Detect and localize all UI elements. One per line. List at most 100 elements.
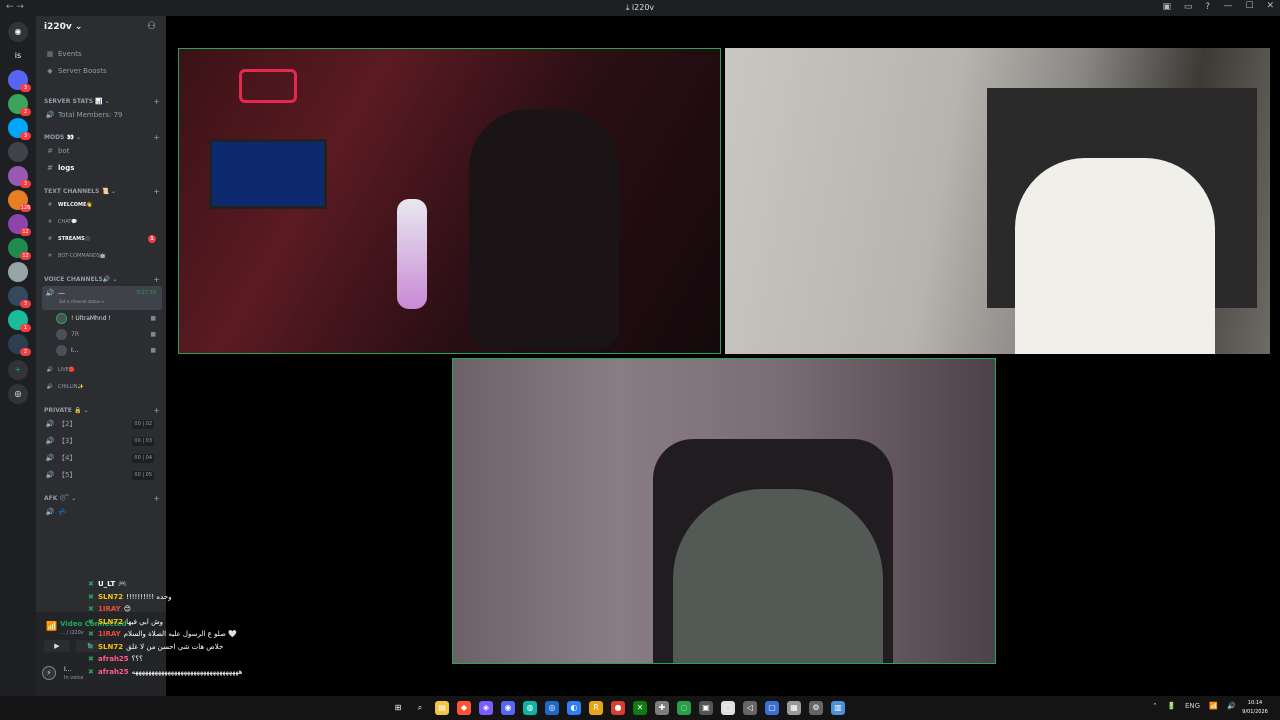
help-icon[interactable]: ? <box>1205 2 1210 12</box>
video-tile-2[interactable] <box>725 48 1270 354</box>
monitor-icon[interactable]: ▭ <box>1184 2 1193 12</box>
voice-user[interactable]: ! UltraMhnd ! ■ <box>56 312 162 326</box>
add-channel-icon[interactable]: + <box>153 133 160 142</box>
battery-icon[interactable]: 🔋 <box>1167 702 1176 710</box>
explore-icon[interactable]: ◎ <box>8 384 28 404</box>
category-private[interactable]: PRIVATE 🔒 ⌄ + <box>44 406 162 415</box>
server-icon[interactable]: is <box>8 46 28 66</box>
category-mods[interactable]: MODS 👀 ⌄ + <box>44 133 162 142</box>
app-icon[interactable]: ▣ <box>699 701 713 715</box>
channel-chat[interactable]: # CHAT💬 <box>42 215 162 230</box>
app-icon[interactable]: ◈ <box>479 701 493 715</box>
category-server-stats[interactable]: SERVER STATS 📊 ⌄ + <box>44 97 162 106</box>
explorer-icon[interactable]: ▤ <box>435 701 449 715</box>
windows-icon[interactable]: ⊞ <box>391 701 405 715</box>
person <box>469 109 619 349</box>
add-channel-icon[interactable]: + <box>153 187 160 196</box>
add-channel-icon[interactable]: + <box>153 275 160 284</box>
app-icon[interactable]: ◍ <box>523 701 537 715</box>
app-icon[interactable]: ◌ <box>677 701 691 715</box>
channel-live[interactable]: 🔊 LIVE🔴 <box>42 363 162 378</box>
camera-icon: ■ <box>150 315 156 322</box>
search-icon[interactable]: ⌕ <box>413 701 427 715</box>
app-icon[interactable]: ◯ <box>721 701 735 715</box>
wifi-icon[interactable]: 📶 <box>1209 702 1218 710</box>
add-channel-icon[interactable]: + <box>153 406 160 415</box>
avatar <box>56 345 67 356</box>
language-indicator[interactable]: ENG <box>1185 702 1200 710</box>
add-channel-icon[interactable]: + <box>153 494 160 503</box>
app-icon[interactable]: ● <box>611 701 625 715</box>
events-item[interactable]: ▦ Events <box>42 47 162 62</box>
chat-username: SLN72 <box>98 617 124 626</box>
hash-icon: # <box>47 147 53 155</box>
set-status-link[interactable]: Set a channel status ✏ <box>59 294 105 309</box>
chat-username: SLN72 <box>98 592 124 601</box>
unread-badge: 3 <box>20 132 31 140</box>
voice-user[interactable]: I... ■ <box>56 344 162 358</box>
channel-label: 【5】 <box>58 471 77 479</box>
twitch-icon: ✖ <box>88 580 94 588</box>
steam-icon[interactable]: ◎ <box>545 701 559 715</box>
clock[interactable]: 10:14 9/01/2026 <box>1238 699 1272 717</box>
tray-chevron-icon[interactable]: ⌃ <box>1152 702 1158 710</box>
video-tile-3[interactable] <box>452 358 996 664</box>
chat-message: ✖ afrah25 ؟؟؟ <box>88 653 143 665</box>
speaker-icon: 🔊 <box>46 384 54 390</box>
voice-status-subtitle[interactable]: … / i220v <box>60 630 84 636</box>
user-avatar[interactable]: ⚡ <box>42 666 56 680</box>
app-icon[interactable]: ◐ <box>567 701 581 715</box>
channel-bot[interactable]: # bot <box>42 144 162 159</box>
add-member-icon[interactable]: ⚇ <box>147 21 156 32</box>
channel-private-room[interactable]: 🔊 【4】 00 | 04 <box>42 451 162 466</box>
inbox-icon[interactable]: ▣ <box>1162 2 1171 12</box>
twitch-icon: ✖ <box>88 667 94 676</box>
brave-icon[interactable]: ◆ <box>457 701 471 715</box>
xbox-icon[interactable]: ✕ <box>633 701 647 715</box>
channel-bot-commands[interactable]: # BOT-COMMANDS🤖 <box>42 249 162 264</box>
video-tile-1[interactable] <box>178 48 721 354</box>
category-voice-channels[interactable]: VOICE CHANNELS🔊 ⌄ + <box>44 275 162 284</box>
boosts-item[interactable]: ◆ Server Boosts <box>42 64 162 79</box>
voice-user[interactable]: 7R ■ <box>56 328 162 342</box>
avatar <box>56 313 67 324</box>
add-channel-icon[interactable]: + <box>153 97 160 106</box>
active-voice-channel[interactable]: 🔊 — 5:27:33 Set a channel status ✏ <box>42 286 162 310</box>
app-icon[interactable]: ◁ <box>743 701 757 715</box>
channel-logs[interactable]: # logs <box>42 161 162 176</box>
channel-private-room[interactable]: 🔊 【5】 00 | 05 <box>42 468 162 483</box>
app-icon[interactable]: ✚ <box>655 701 669 715</box>
channel-private-room[interactable]: 🔊 【2】 00 | 02 <box>42 417 162 432</box>
signal-icon[interactable]: 📶 <box>46 622 57 632</box>
channel-afk[interactable]: 🔊 💤 <box>42 505 162 520</box>
camera-button[interactable]: ▶ <box>44 640 70 652</box>
channel-streams[interactable]: # STREAMS🎥 1 <box>42 232 162 247</box>
close-button[interactable]: ✕ <box>1266 1 1274 11</box>
volume-icon[interactable]: 🔊 <box>1227 702 1236 710</box>
twitch-icon: ✖ <box>88 655 94 663</box>
app-icon[interactable]: R <box>589 701 603 715</box>
discord-home-icon[interactable]: ◉ <box>8 22 28 42</box>
camera-icon: ■ <box>150 347 156 354</box>
server-header[interactable]: i220v ⌄ ⚇ <box>36 16 166 40</box>
server-icon[interactable] <box>8 142 28 162</box>
category-text-channels[interactable]: TEXT CHANNELS 📜 ⌄ + <box>44 187 162 196</box>
channel-chillin[interactable]: 🔊 CHILLIN✨ <box>42 380 162 395</box>
window-title: ⤓ i220v <box>625 3 655 12</box>
speaker-icon: 🔊 <box>45 437 55 445</box>
category-afk[interactable]: AFK 😴 ⌄ + <box>44 494 162 503</box>
server-icon[interactable] <box>8 262 28 282</box>
app-icon[interactable]: ▦ <box>787 701 801 715</box>
add-server-button[interactable]: + <box>8 360 28 380</box>
app-icon[interactable]: ▥ <box>831 701 845 715</box>
channel-private-room[interactable]: 🔊 【3】 00 | 03 <box>42 434 162 449</box>
settings-icon[interactable]: ⚙ <box>809 701 823 715</box>
maximize-button[interactable]: ☐ <box>1246 1 1254 11</box>
discord-icon[interactable]: ◉ <box>501 701 515 715</box>
chat-overlay: ✖ U_LT 🎮 ✖ SLN72!!!!!!!!!! وحده ✖ 1IRAY 😊 ✖ SLN72… <box>88 578 288 690</box>
channel-welcome[interactable]: # WELCOME👋 <box>42 198 162 213</box>
app-icon[interactable]: ▢ <box>765 701 779 715</box>
person <box>1015 158 1215 354</box>
channel-total-members[interactable]: 🔊 Total Members: 79 <box>42 108 162 123</box>
minimize-button[interactable]: — <box>1224 1 1233 11</box>
